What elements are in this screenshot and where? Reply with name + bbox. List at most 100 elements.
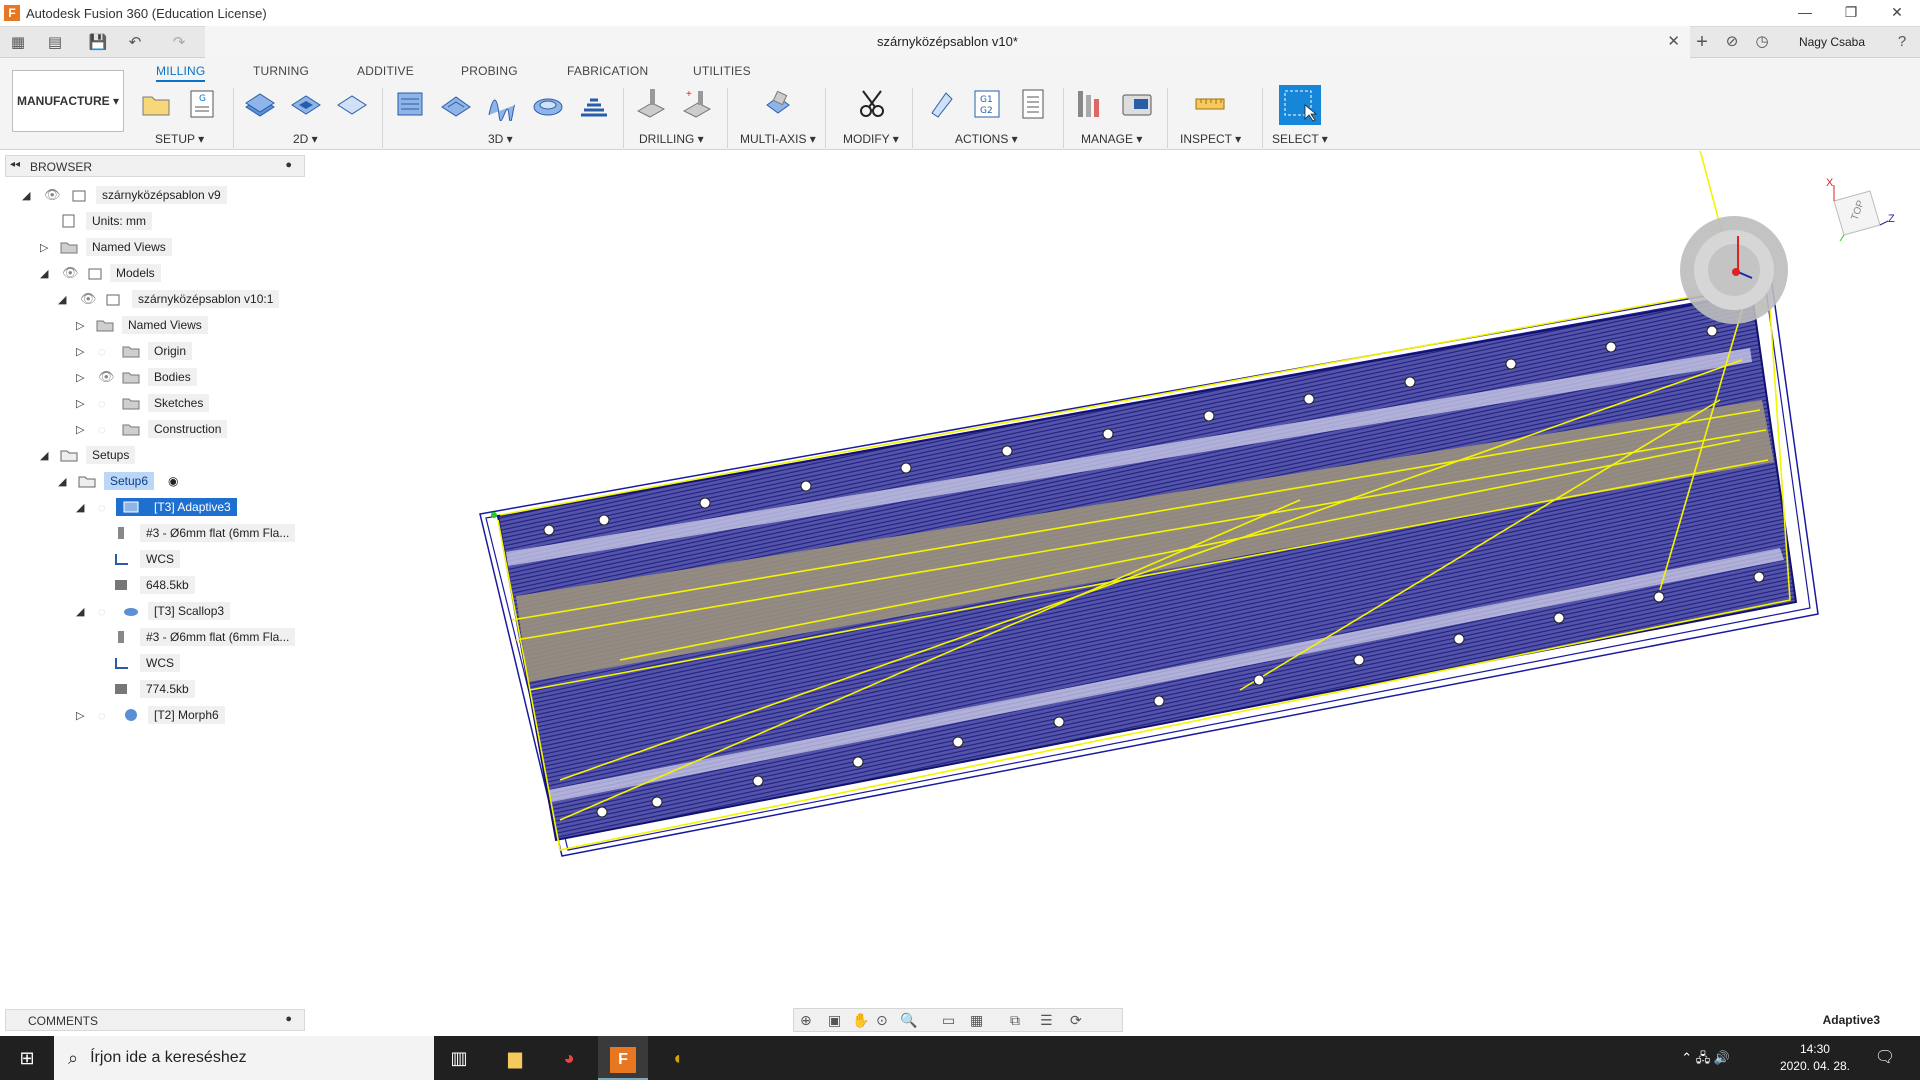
measure-icon[interactable] <box>1193 87 1227 121</box>
tree-row-label[interactable]: 648.5kb <box>140 576 195 594</box>
multi-axis-icon[interactable] <box>761 87 795 121</box>
tab-additive[interactable]: ADDITIVE <box>357 64 414 78</box>
zoom-icon[interactable]: ⊙ <box>876 1012 888 1029</box>
visibility-eye-icon[interactable]: 👁 <box>98 369 115 385</box>
group-select[interactable]: SELECT ▾ <box>1272 132 1328 146</box>
task-view-icon[interactable]: ▥ <box>434 1036 484 1080</box>
section-icon[interactable]: ☰ <box>1040 1012 1053 1029</box>
hidden-eye-icon[interactable]: ◌ <box>98 708 106 723</box>
fusion-taskbar-icon[interactable]: F <box>598 1036 648 1080</box>
tree-row-label[interactable]: 774.5kb <box>140 680 195 698</box>
expand-toggle-icon[interactable]: ◢ <box>40 449 48 462</box>
expand-toggle-icon[interactable]: ▷ <box>76 319 84 332</box>
viewports-icon[interactable]: ⧉ <box>1010 1012 1020 1029</box>
notifications-icon[interactable]: 🗨 <box>1860 1036 1910 1080</box>
browser-panel-header[interactable]: ◂◂ BROWSER ● <box>5 155 305 177</box>
file-menu-icon[interactable]: ▤ <box>40 33 70 53</box>
collapse-browser-icon[interactable]: ◂◂ <box>10 159 20 170</box>
browser-pin-icon[interactable]: ● <box>285 159 292 171</box>
fit-icon[interactable]: 🔍 <box>900 1012 917 1029</box>
tree-row-label[interactable]: szárnyközépsablon v9 <box>96 186 227 204</box>
start-windows-icon[interactable]: ⊞ <box>2 1036 52 1080</box>
nc-program-icon[interactable]: G <box>185 87 219 121</box>
expand-toggle-icon[interactable]: ▷ <box>76 371 84 384</box>
tab-probing[interactable]: PROBING <box>461 64 518 78</box>
tree-row-label[interactable]: Setups <box>86 446 136 464</box>
document-tab[interactable]: szárnyközépsablon v10* ✕ <box>205 26 1690 58</box>
visibility-eye-icon[interactable]: 👁 <box>80 291 97 307</box>
look-at-icon[interactable]: ▣ <box>828 1012 841 1029</box>
open-folder-icon[interactable] <box>139 87 173 121</box>
3d-adaptive-icon[interactable] <box>393 87 427 121</box>
expand-toggle-icon[interactable]: ▷ <box>76 345 84 358</box>
hidden-eye-icon[interactable]: ◌ <box>98 500 106 515</box>
post-process-icon[interactable]: G1G2 <box>970 87 1004 121</box>
group-actions[interactable]: ACTIONS ▾ <box>955 132 1018 146</box>
hidden-eye-icon[interactable]: ◌ <box>98 344 106 359</box>
expand-toggle-icon[interactable]: ◢ <box>76 605 84 618</box>
job-status-icon[interactable]: ◷ <box>1750 32 1774 52</box>
toolpath-canvas[interactable] <box>0 151 1920 1036</box>
expand-toggle-icon[interactable]: ◢ <box>58 293 66 306</box>
tree-row-label[interactable]: szárnyközépsablon v10:1 <box>132 290 280 308</box>
close-tab-icon[interactable]: ✕ <box>1667 32 1680 50</box>
chrome-icon[interactable]: ◕ <box>544 1036 594 1080</box>
comments-panel[interactable]: COMMENTS ● <box>5 1009 305 1031</box>
hidden-eye-icon[interactable]: ◌ <box>98 396 106 411</box>
machine-library-icon[interactable] <box>1120 87 1154 121</box>
expand-toggle-icon[interactable]: ▷ <box>76 709 84 722</box>
tree-row-label[interactable]: #3 - Ø6mm flat (6mm Fla... <box>140 524 296 542</box>
3d-pocket-icon[interactable] <box>439 87 473 121</box>
new-tab-icon[interactable]: + <box>1690 32 1714 52</box>
scallop-icon[interactable] <box>531 87 565 121</box>
setup-sheet-icon[interactable] <box>1016 87 1050 121</box>
tray-icons[interactable]: ⌃ 🖧 🔊 <box>1681 1049 1730 1071</box>
2d-pocket-icon[interactable] <box>289 87 323 121</box>
tab-fabrication[interactable]: FABRICATION <box>567 64 648 78</box>
simulate-icon[interactable] <box>924 87 958 121</box>
grid-settings-icon[interactable]: ▦ <box>970 1012 983 1029</box>
tree-row-label[interactable]: Named Views <box>122 316 208 334</box>
tree-row-label[interactable]: WCS <box>140 550 180 568</box>
tree-row-label[interactable]: Named Views <box>86 238 172 256</box>
tree-row-label[interactable]: Sketches <box>148 394 210 412</box>
refresh-icon[interactable]: ⟳ <box>1070 1012 1082 1029</box>
expand-toggle-icon[interactable]: ◢ <box>58 475 66 488</box>
autodesk-app-icon[interactable]: ◖ <box>652 1036 702 1080</box>
restore-button[interactable]: ❐ <box>1828 0 1874 26</box>
taskbar-search[interactable]: ⌕ Írjon ide a kereséshez <box>54 1036 434 1080</box>
undo-icon[interactable]: ↶ <box>120 33 150 53</box>
active-setup-icon[interactable]: ◉ <box>168 474 178 488</box>
expand-toggle-icon[interactable]: ◢ <box>76 501 84 514</box>
tree-row-label[interactable]: Bodies <box>148 368 197 386</box>
expand-toggle-icon[interactable]: ▷ <box>76 397 84 410</box>
contour-icon[interactable] <box>577 87 611 121</box>
group-multi-axis[interactable]: MULTI-AXIS ▾ <box>740 132 816 146</box>
group-manage[interactable]: MANAGE ▾ <box>1081 132 1142 146</box>
tree-row-label[interactable]: Setup6 <box>104 472 155 490</box>
hole-recognition-icon[interactable]: + <box>680 87 714 121</box>
group-setup[interactable]: SETUP ▾ <box>155 132 204 146</box>
user-account[interactable]: Nagy Csaba <box>1792 32 1872 52</box>
comments-pin-icon[interactable]: ● <box>285 1013 292 1025</box>
group-modify[interactable]: MODIFY ▾ <box>843 132 899 146</box>
canvas-viewport[interactable]: TOP X Z <box>0 151 1920 1036</box>
tab-milling[interactable]: MILLING <box>156 64 206 82</box>
tree-row-label[interactable]: Origin <box>148 342 193 360</box>
select-tool-icon[interactable] <box>1279 85 1321 125</box>
redo-icon[interactable]: ↷ <box>164 33 194 53</box>
tree-row-label[interactable]: [T3] Scallop3 <box>148 602 231 620</box>
tree-row-label[interactable]: WCS <box>140 654 180 672</box>
group-2d[interactable]: 2D ▾ <box>293 132 318 146</box>
expand-toggle-icon[interactable]: ▷ <box>40 241 48 254</box>
tool-library-icon[interactable] <box>1074 87 1108 121</box>
expand-toggle-icon[interactable]: ◢ <box>22 189 30 202</box>
pan-icon[interactable]: ✋ <box>852 1012 869 1029</box>
save-icon[interactable]: 💾 <box>88 33 108 53</box>
group-3d[interactable]: 3D ▾ <box>488 132 513 146</box>
drill-icon[interactable] <box>634 87 668 121</box>
group-inspect[interactable]: INSPECT ▾ <box>1180 132 1241 146</box>
display-settings-icon[interactable]: ▭ <box>942 1012 955 1029</box>
tree-row-label[interactable]: Construction <box>148 420 228 438</box>
help-icon[interactable]: ? <box>1890 32 1914 52</box>
